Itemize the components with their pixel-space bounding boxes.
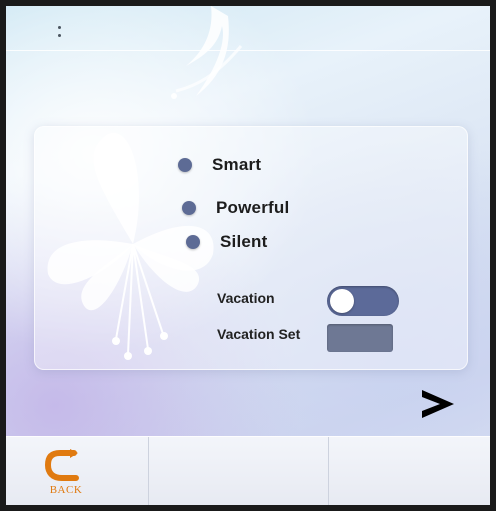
nav-divider [148,437,149,505]
vertical-dots-icon[interactable] [54,26,64,46]
back-arrow-icon [44,449,79,481]
chevron-right-icon[interactable] [414,384,462,424]
device-frame: Smart Powerful Silent Vacation Vacation … [0,0,496,511]
toggle-knob [330,289,354,313]
vacation-toggle[interactable] [327,286,399,316]
screen: Smart Powerful Silent Vacation Vacation … [6,6,490,505]
mode-label: Smart [212,155,262,174]
vacation-set-label: Vacation Set [217,326,301,342]
radio-dot-icon [178,158,192,172]
bottom-navigation-bar: BACK [6,436,490,505]
mode-label: Powerful [216,198,290,217]
back-label: BACK [49,484,83,496]
mode-label: Silent [220,232,268,251]
back-button[interactable]: BACK [36,437,116,505]
mode-option-silent[interactable]: Silent [186,230,268,254]
vacation-label: Vacation [217,290,275,306]
radio-dot-icon [186,235,200,249]
water-splash-decoration [171,6,243,99]
mode-option-smart[interactable]: Smart [178,153,261,177]
mode-option-powerful[interactable]: Powerful [182,196,289,220]
nav-divider [328,437,329,505]
radio-dot-icon [182,201,196,215]
vacation-set-button[interactable] [327,324,393,352]
header-divider [6,50,490,51]
